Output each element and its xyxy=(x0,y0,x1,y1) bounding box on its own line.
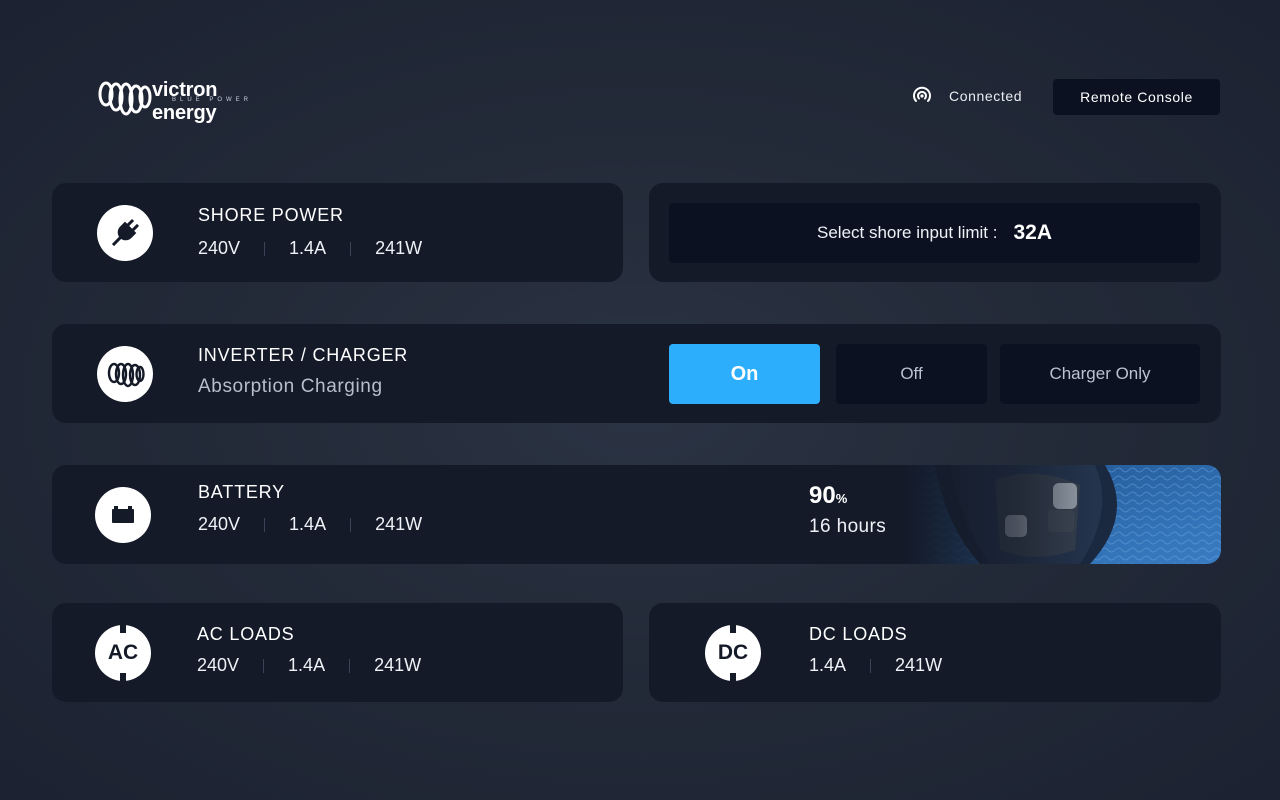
dc-loads-metrics: 1.4A 241W xyxy=(809,655,942,676)
logo-coil-icon xyxy=(98,81,152,116)
shore-input-limit-value: 32A xyxy=(1013,221,1052,244)
divider xyxy=(350,241,352,256)
divider xyxy=(263,658,265,673)
battery-time-remaining: 16 hours xyxy=(809,516,887,537)
dc-loads-title: DC LOADS xyxy=(809,624,908,644)
boat-image xyxy=(905,465,1221,564)
divider xyxy=(870,658,872,673)
inverter-charger-title: INVERTER / CHARGER xyxy=(198,345,409,365)
divider xyxy=(264,241,266,256)
plug-icon xyxy=(97,205,153,261)
mode-charger-only-button[interactable]: Charger Only xyxy=(1000,344,1200,404)
connection-status-label: Connected xyxy=(949,88,1023,104)
shore-power-card[interactable]: SHORE POWER 240V 1.4A 241W xyxy=(52,183,623,282)
battery-voltage: 240V xyxy=(198,514,241,534)
ac-icon-label: AC xyxy=(107,641,139,664)
shore-power-power: 241W xyxy=(375,238,423,258)
inverter-charger-state: Absorption Charging xyxy=(198,376,383,397)
ac-loads-card[interactable]: AC AC LOADS 240V 1.4A 241W xyxy=(52,603,623,702)
shore-input-limit-selector[interactable]: Select shore input limit : 32A xyxy=(669,203,1200,263)
socket-notch xyxy=(730,625,736,633)
ac-socket-icon: AC xyxy=(95,625,151,681)
battery-icon xyxy=(95,487,151,543)
socket-notch xyxy=(120,673,126,681)
coil-icon xyxy=(97,346,153,402)
dc-loads-card[interactable]: DC DC LOADS 1.4A 241W xyxy=(649,603,1221,702)
dc-icon-label: DC xyxy=(717,641,749,664)
ac-loads-voltage: 240V xyxy=(197,655,240,675)
dc-loads-power: 241W xyxy=(895,655,943,675)
socket-notch xyxy=(120,625,126,633)
dc-loads-current: 1.4A xyxy=(809,655,847,675)
mode-on-button[interactable]: On xyxy=(669,344,820,404)
battery-soc: 90% xyxy=(809,482,847,510)
divider xyxy=(350,517,352,532)
ac-loads-power: 241W xyxy=(374,655,422,675)
battery-title: BATTERY xyxy=(198,482,285,502)
wifi-signal-icon xyxy=(913,86,931,102)
shore-input-limit-label: Select shore input limit : xyxy=(817,223,998,242)
connection-status: Connected xyxy=(912,86,1022,106)
divider xyxy=(264,517,266,532)
battery-soc-unit: % xyxy=(835,491,848,506)
dc-socket-icon: DC xyxy=(705,625,761,681)
battery-metrics: 240V 1.4A 241W xyxy=(198,514,422,535)
ac-loads-current: 1.4A xyxy=(288,655,326,675)
shore-power-title: SHORE POWER xyxy=(198,205,344,225)
battery-soc-value: 90 xyxy=(809,482,836,509)
socket-notch xyxy=(730,673,736,681)
shore-power-metrics: 240V 1.4A 241W xyxy=(198,238,422,259)
ac-loads-metrics: 240V 1.4A 241W xyxy=(197,655,421,676)
victron-logo: victron energy BLUE POWER xyxy=(96,78,286,124)
battery-current: 1.4A xyxy=(289,514,327,534)
remote-console-button[interactable]: Remote Console xyxy=(1053,79,1220,115)
shore-power-voltage: 240V xyxy=(198,238,241,258)
shore-power-current: 1.4A xyxy=(289,238,327,258)
logo-tagline: BLUE POWER xyxy=(172,97,253,103)
ac-loads-title: AC LOADS xyxy=(197,624,295,644)
mode-off-button[interactable]: Off xyxy=(836,344,987,404)
battery-power: 241W xyxy=(375,514,423,534)
divider xyxy=(349,658,351,673)
